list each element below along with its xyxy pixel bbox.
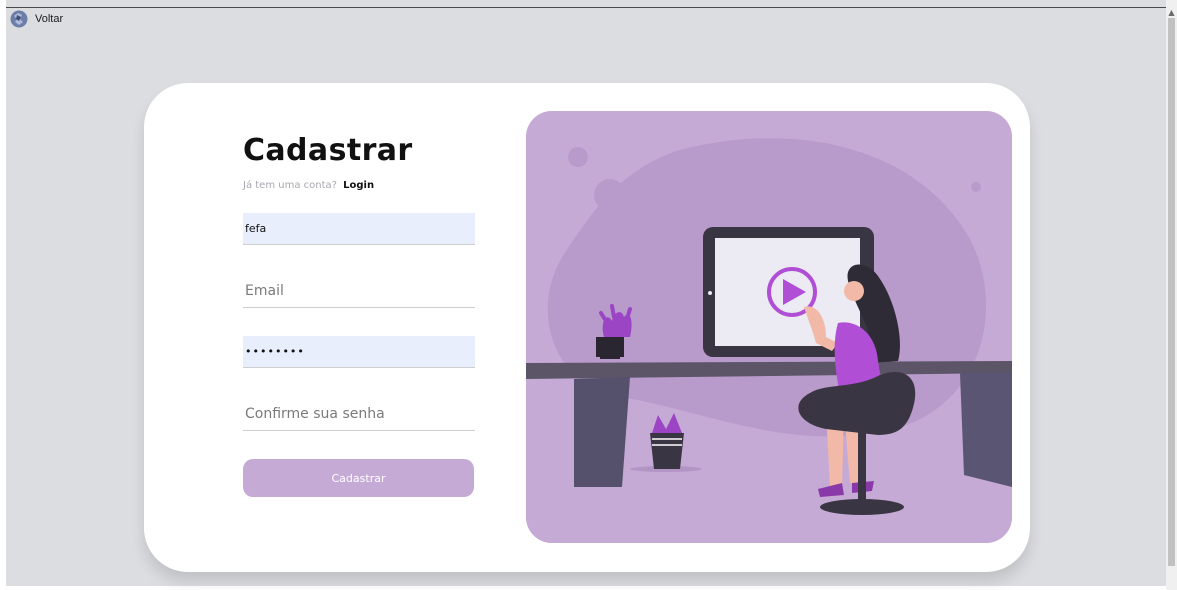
puzzle-logo-icon — [10, 10, 28, 28]
password-input[interactable] — [243, 336, 475, 368]
confirm-password-input[interactable] — [243, 398, 475, 431]
window-top-border — [6, 7, 1166, 8]
woman-watching-video-illustration — [526, 111, 1012, 543]
name-input[interactable] — [243, 213, 475, 245]
scroll-up-arrow-icon[interactable]: ▲ — [1167, 8, 1176, 17]
email-input[interactable] — [243, 275, 475, 308]
login-prompt: Já tem uma conta? Login — [243, 180, 374, 191]
back-link[interactable]: Voltar — [10, 10, 63, 28]
page-title: Cadastrar — [243, 133, 413, 168]
window-bottom-edge — [0, 586, 1177, 590]
signup-card: Cadastrar Já tem uma conta? Login Cadast… — [144, 83, 1030, 572]
vertical-scrollbar[interactable]: ▲ — [1166, 0, 1177, 590]
register-button[interactable]: Cadastrar — [243, 459, 474, 497]
window-left-edge — [0, 0, 6, 590]
login-link[interactable]: Login — [343, 180, 374, 191]
have-account-text: Já tem uma conta? — [243, 180, 337, 191]
scrollbar-thumb[interactable] — [1168, 18, 1175, 566]
back-link-label: Voltar — [35, 13, 64, 25]
